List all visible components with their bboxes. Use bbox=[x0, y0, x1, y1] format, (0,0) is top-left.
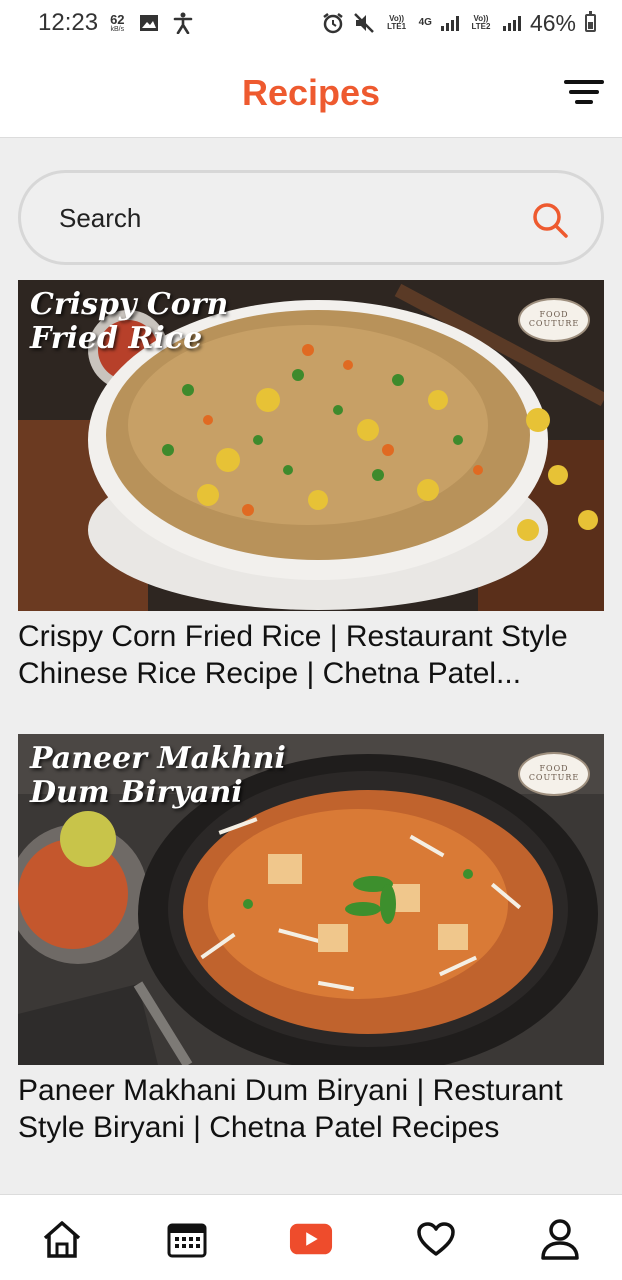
calendar-icon bbox=[167, 1223, 207, 1258]
recipe-title[interactable]: Paneer Makhani Dum Biryani | Resturant S… bbox=[18, 1072, 614, 1146]
overlay-line: Paneer Makhni bbox=[30, 741, 286, 776]
alarm-icon bbox=[322, 13, 343, 34]
brand-logo: FOOD COUTURE bbox=[518, 752, 590, 796]
filter-icon-line bbox=[575, 100, 593, 104]
accessibility-icon bbox=[173, 12, 192, 34]
profile-icon bbox=[541, 1219, 579, 1260]
search-icon[interactable] bbox=[531, 201, 569, 239]
battery-level: 46% bbox=[529, 9, 576, 36]
page-title: Recipes bbox=[241, 72, 381, 113]
overlay-line: Dum Biryani bbox=[30, 774, 243, 810]
signal-icon bbox=[440, 15, 459, 31]
nav-profile[interactable] bbox=[538, 1217, 582, 1261]
search-placeholder: Search bbox=[59, 203, 142, 233]
nav-videos[interactable] bbox=[289, 1217, 333, 1261]
sim2-label: Vo)) LTE2 bbox=[471, 14, 491, 31]
nav-favorites[interactable] bbox=[414, 1217, 458, 1261]
recipe-thumbnail[interactable]: Crispy Corn Fried Rice FOOD COUTURE bbox=[18, 280, 604, 611]
battery-icon bbox=[585, 11, 596, 32]
sim1-label: Vo)) LTE1 bbox=[387, 14, 407, 31]
brand-logo-line: COUTURE bbox=[528, 319, 580, 328]
filter-icon-line bbox=[564, 80, 604, 84]
recipe-overlay-title: Paneer Makhni Dum Biryani bbox=[30, 742, 300, 809]
overlay-line: Crispy Corn bbox=[30, 287, 229, 322]
recipe-overlay-title: Crispy Corn Fried Rice bbox=[30, 288, 290, 355]
mute-icon bbox=[353, 13, 374, 33]
nav-calendar[interactable] bbox=[165, 1217, 209, 1261]
brand-logo: FOOD COUTURE bbox=[518, 298, 590, 342]
recipe-title[interactable]: Crispy Corn Fried Rice | Restaurant Styl… bbox=[18, 618, 614, 692]
filter-icon-line bbox=[569, 90, 599, 94]
search-input[interactable]: Search bbox=[18, 170, 604, 265]
nav-home[interactable] bbox=[40, 1217, 84, 1261]
network-type: 4G bbox=[418, 17, 432, 28]
network-speed: 62 kB/s bbox=[110, 13, 124, 33]
overlay-line: Fried Rice bbox=[30, 320, 203, 356]
bottom-navigation bbox=[0, 1194, 622, 1280]
recipe-thumbnail[interactable]: Paneer Makhni Dum Biryani FOOD COUTURE bbox=[18, 734, 604, 1065]
signal-icon bbox=[502, 15, 521, 31]
heart-icon bbox=[417, 1222, 455, 1256]
network-speed-unit: kB/s bbox=[110, 26, 125, 33]
app-bar: Recipes bbox=[0, 46, 622, 138]
gallery-icon bbox=[139, 15, 158, 31]
status-time: 12:23 bbox=[38, 9, 99, 36]
brand-logo-line: COUTURE bbox=[528, 773, 580, 782]
home-icon bbox=[43, 1221, 81, 1258]
youtube-icon bbox=[289, 1223, 333, 1255]
status-bar: 12:23 62 kB/s Vo)) LTE1 4G Vo)) LTE2 46% bbox=[0, 0, 622, 46]
filter-button[interactable] bbox=[564, 74, 604, 110]
network-speed-value: 62 bbox=[110, 12, 125, 27]
